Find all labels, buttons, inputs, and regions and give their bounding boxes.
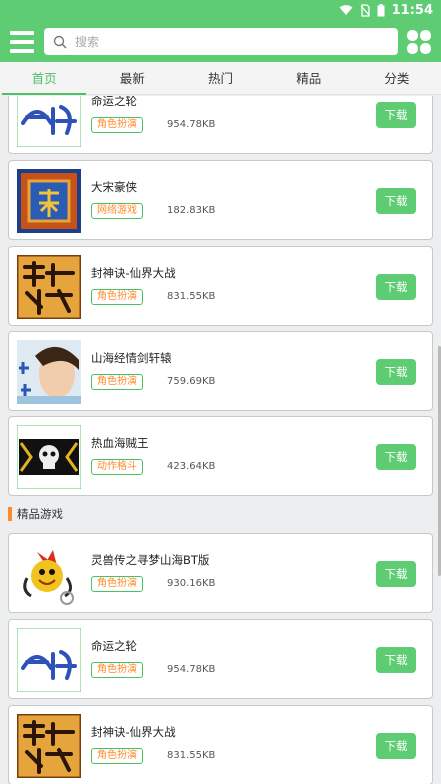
list-item[interactable]: 山海经情剑轩辕 角色扮演 759.69KB 下载 bbox=[8, 331, 433, 411]
clover-grid-icon[interactable] bbox=[406, 29, 432, 55]
tab-featured[interactable]: 精品 bbox=[265, 62, 353, 94]
list-item[interactable]: 命运之轮 角色扮演 954.78KB 下载 bbox=[8, 96, 433, 154]
genre-tag: 角色扮演 bbox=[91, 374, 143, 390]
tab-popular[interactable]: 热门 bbox=[176, 62, 264, 94]
game-name: 大宋豪侠 bbox=[91, 180, 137, 194]
download-button[interactable]: 下载 bbox=[376, 444, 416, 470]
download-button[interactable]: 下载 bbox=[376, 274, 416, 300]
game-name: 封神诀-仙界大战 bbox=[91, 725, 176, 739]
download-button[interactable]: 下载 bbox=[376, 647, 416, 673]
section-header: 精品游戏 bbox=[8, 507, 63, 521]
genre-tag: 网络游戏 bbox=[91, 203, 143, 219]
list-item[interactable]: 热血海贼王 动作格斗 423.64KB 下载 bbox=[8, 416, 433, 496]
section-title: 精品游戏 bbox=[17, 507, 63, 521]
fengshen-icon bbox=[17, 255, 81, 319]
genre-tag: 角色扮演 bbox=[91, 117, 143, 133]
song-hero-icon bbox=[17, 169, 81, 233]
file-size: 930.16KB bbox=[167, 578, 216, 589]
tab-latest[interactable]: 最新 bbox=[88, 62, 176, 94]
file-size: 423.64KB bbox=[167, 461, 216, 472]
list-item[interactable]: 封神诀-仙界大战 角色扮演 831.55KB 下载 bbox=[8, 246, 433, 326]
genre-tag: 动作格斗 bbox=[91, 459, 143, 475]
tab-home[interactable]: 首页 bbox=[0, 62, 88, 95]
search-box[interactable] bbox=[44, 28, 398, 55]
file-size: 831.55KB bbox=[167, 291, 216, 302]
genre-tag: 角色扮演 bbox=[91, 662, 143, 678]
category-tabs: 首页 最新 热门 精品 分类 bbox=[0, 62, 441, 95]
list-item[interactable]: 封神诀-仙界大战 角色扮演 831.55KB 下载 bbox=[8, 705, 433, 784]
clock: 11:54 bbox=[391, 2, 433, 18]
file-size: 954.78KB bbox=[167, 119, 216, 130]
list-item[interactable]: 大宋豪侠 网络游戏 182.83KB 下载 bbox=[8, 160, 433, 240]
game-name: 命运之轮 bbox=[91, 639, 137, 653]
status-bar: 11:54 bbox=[0, 0, 441, 20]
download-button[interactable]: 下载 bbox=[376, 561, 416, 587]
status-icons: 11:54 bbox=[339, 2, 433, 18]
section-marker bbox=[8, 507, 12, 521]
destiny-wheel-icon bbox=[17, 628, 81, 692]
download-button[interactable]: 下载 bbox=[376, 188, 416, 214]
file-size: 182.83KB bbox=[167, 205, 216, 216]
wifi-icon bbox=[339, 5, 353, 15]
file-size: 831.55KB bbox=[167, 750, 216, 761]
tab-categories[interactable]: 分类 bbox=[353, 62, 441, 94]
download-button[interactable]: 下载 bbox=[376, 359, 416, 385]
spirit-beast-icon bbox=[17, 542, 81, 606]
game-list: 命运之轮 角色扮演 954.78KB 下载 大宋豪侠 网络游戏 182.83KB… bbox=[0, 96, 441, 784]
destiny-wheel-icon bbox=[17, 96, 81, 147]
genre-tag: 角色扮演 bbox=[91, 289, 143, 305]
search-icon bbox=[53, 35, 67, 49]
game-name: 热血海贼王 bbox=[91, 436, 149, 450]
menu-icon[interactable] bbox=[10, 31, 34, 53]
game-name: 山海经情剑轩辕 bbox=[91, 351, 172, 365]
pirate-skull-icon bbox=[17, 425, 81, 489]
game-name: 命运之轮 bbox=[91, 96, 137, 108]
app-header bbox=[0, 20, 441, 62]
genre-tag: 角色扮演 bbox=[91, 748, 143, 764]
battery-icon bbox=[377, 3, 385, 16]
search-input[interactable] bbox=[75, 34, 375, 49]
game-name: 灵兽传之寻梦山海BT版 bbox=[91, 553, 210, 567]
download-button[interactable]: 下载 bbox=[376, 733, 416, 759]
file-size: 759.69KB bbox=[167, 376, 216, 387]
list-item[interactable]: 命运之轮 角色扮演 954.78KB 下载 bbox=[8, 619, 433, 699]
no-sim-icon bbox=[360, 3, 370, 17]
file-size: 954.78KB bbox=[167, 664, 216, 675]
fengshen-icon bbox=[17, 714, 81, 778]
game-name: 封神诀-仙界大战 bbox=[91, 266, 176, 280]
list-item[interactable]: 灵兽传之寻梦山海BT版 角色扮演 930.16KB 下载 bbox=[8, 533, 433, 613]
shanhai-icon bbox=[17, 340, 81, 404]
genre-tag: 角色扮演 bbox=[91, 576, 143, 592]
download-button[interactable]: 下载 bbox=[376, 102, 416, 128]
